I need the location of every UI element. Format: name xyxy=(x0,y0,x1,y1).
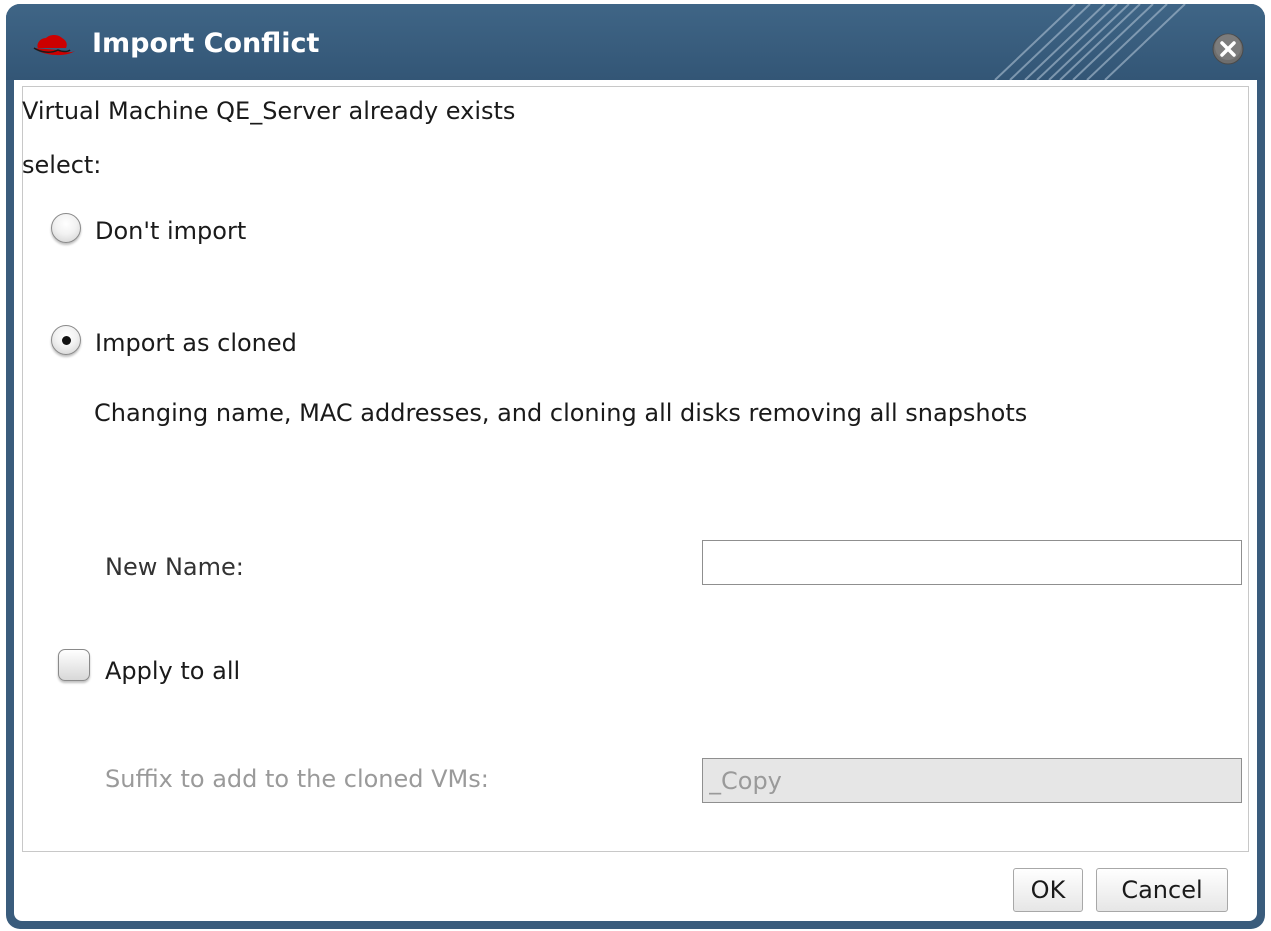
conflict-message: Virtual Machine QE_Server already exists xyxy=(22,97,516,125)
radio-selected-dot xyxy=(62,336,71,345)
import-as-cloned-label[interactable]: Import as cloned xyxy=(95,329,297,357)
suffix-label: Suffix to add to the cloned VMs: xyxy=(105,765,489,793)
ok-button[interactable]: OK xyxy=(1013,868,1083,912)
new-name-label: New Name: xyxy=(105,553,244,581)
suffix-input[interactable] xyxy=(702,758,1242,803)
new-name-input[interactable] xyxy=(702,540,1242,585)
dialog-title: Import Conflict xyxy=(92,28,320,59)
apply-to-all-label[interactable]: Apply to all xyxy=(105,657,240,685)
import-as-cloned-description: Changing name, MAC addresses, and clonin… xyxy=(94,399,1028,427)
dialog-body: Virtual Machine QE_Server already exists… xyxy=(14,80,1257,921)
apply-to-all-checkbox[interactable] xyxy=(58,649,90,681)
cancel-button[interactable]: Cancel xyxy=(1096,868,1228,912)
dialog-titlebar[interactable]: Import Conflict xyxy=(6,4,1265,80)
import-as-cloned-radio[interactable] xyxy=(51,325,81,355)
dont-import-label[interactable]: Don't import xyxy=(95,217,246,245)
redhat-logo-icon xyxy=(33,35,76,56)
select-label: select: xyxy=(22,151,102,179)
dont-import-radio[interactable] xyxy=(51,213,81,243)
import-conflict-dialog: Import Conflict Virtual Machine QE_Serve… xyxy=(6,4,1265,929)
close-icon[interactable] xyxy=(1211,32,1245,66)
content-panel: Virtual Machine QE_Server already exists… xyxy=(22,86,1249,852)
